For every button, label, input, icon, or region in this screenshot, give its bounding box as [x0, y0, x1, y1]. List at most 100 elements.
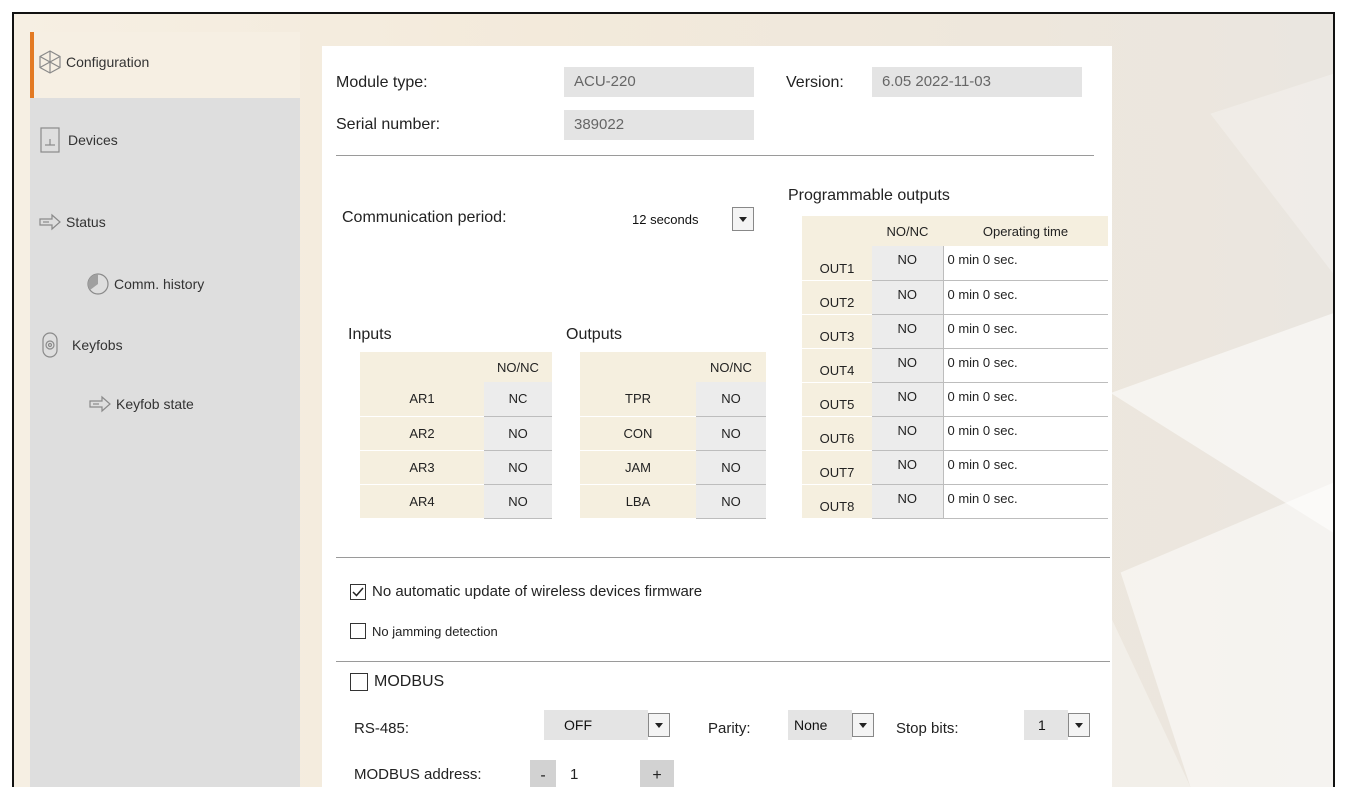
stop-bits-select[interactable]: 1 [1024, 710, 1090, 740]
sidebar-item-keyfob-state[interactable]: Keyfob state [88, 394, 194, 414]
no-jamming-label: No jamming detection [372, 623, 498, 639]
table-row: CON NO [580, 416, 766, 451]
version-label: Version: [786, 74, 844, 91]
output-name: OUT5 [802, 382, 872, 417]
chevron-down-icon[interactable] [732, 207, 754, 231]
header-cell: NO/NC [484, 352, 552, 382]
chevron-down-icon[interactable] [648, 713, 670, 737]
status-icon [38, 212, 62, 232]
rs485-label: RS-485: [354, 720, 410, 737]
output-time[interactable]: 0 min 0 sec. [942, 246, 1108, 281]
no-auto-update-checkbox[interactable]: No automatic update of wireless devices … [350, 583, 702, 600]
checkbox-box[interactable] [350, 673, 368, 691]
table-row: LBA NO [580, 484, 766, 519]
output-name: OUT1 [802, 246, 872, 281]
checkbox-box[interactable] [350, 623, 366, 639]
output-time[interactable]: 0 min 0 sec. [942, 416, 1108, 451]
header-cell: NO/NC [872, 216, 943, 246]
modbus-label: MODBUS [374, 673, 445, 690]
header-cell: NO/NC [696, 352, 766, 382]
table-row: OUT5 NO 0 min 0 sec. [802, 382, 1108, 417]
modbus-checkbox[interactable]: MODBUS [350, 673, 444, 691]
table-row: OUT3 NO 0 min 0 sec. [802, 314, 1108, 349]
sidebar-item-label: Keyfob state [116, 396, 194, 412]
input-nonc[interactable]: NC [484, 382, 552, 417]
sidebar-item-status[interactable]: Status [38, 212, 106, 232]
output-time[interactable]: 0 min 0 sec. [942, 382, 1108, 417]
chevron-down-icon[interactable] [1068, 713, 1090, 737]
stop-bits-value: 1 [1024, 710, 1068, 740]
input-nonc[interactable]: NO [484, 450, 552, 485]
inputs-title: Inputs [348, 326, 392, 343]
output-time[interactable]: 0 min 0 sec. [942, 484, 1108, 519]
comm-period-select[interactable]: 12 seconds [628, 207, 754, 231]
output-nonc[interactable]: NO [696, 450, 766, 485]
serial-number-field: 389022 [564, 110, 754, 140]
output-name: OUT2 [802, 280, 872, 315]
input-nonc[interactable]: NO [484, 484, 552, 519]
output-nonc[interactable]: NO [872, 280, 943, 315]
output-name: TPR [580, 382, 696, 417]
modbus-address-value[interactable]: 1 [570, 766, 578, 783]
output-name: LBA [580, 484, 696, 519]
input-nonc[interactable]: NO [484, 416, 552, 451]
comm-period-label: Communication period: [342, 209, 507, 226]
no-jamming-checkbox[interactable]: No jamming detection [350, 623, 498, 639]
configuration-panel: Module type: ACU-220 Version: 6.05 2022-… [322, 46, 1112, 787]
chevron-down-icon[interactable] [852, 713, 874, 737]
table-row: AR1 NC [360, 382, 552, 417]
output-nonc[interactable]: NO [872, 382, 943, 417]
output-nonc[interactable]: NO [696, 416, 766, 451]
table-row: OUT6 NO 0 min 0 sec. [802, 416, 1108, 451]
active-indicator [30, 32, 34, 98]
rs485-value: OFF [544, 710, 648, 740]
output-nonc[interactable]: NO [872, 450, 943, 485]
output-time[interactable]: 0 min 0 sec. [942, 314, 1108, 349]
sidebar-item-comm-history[interactable]: Comm. history [86, 272, 204, 296]
divider [336, 661, 1110, 662]
output-nonc[interactable]: NO [872, 416, 943, 451]
comm-history-icon [86, 272, 110, 296]
output-nonc[interactable]: NO [872, 246, 943, 281]
table-row: OUT7 NO 0 min 0 sec. [802, 450, 1108, 485]
table-row: OUT8 NO 0 min 0 sec. [802, 484, 1108, 519]
header-cell: Operating time [943, 216, 1108, 246]
sidebar-item-configuration[interactable]: Configuration [38, 50, 149, 74]
parity-value: None [788, 710, 852, 740]
divider [336, 155, 1094, 156]
output-nonc[interactable]: NO [696, 382, 766, 417]
no-auto-update-label: No automatic update of wireless devices … [372, 583, 703, 600]
keyfob-state-icon [88, 394, 112, 414]
rs485-select[interactable]: OFF [544, 710, 670, 740]
module-type-field: ACU-220 [564, 67, 754, 97]
output-name: OUT8 [802, 484, 872, 519]
output-time[interactable]: 0 min 0 sec. [942, 450, 1108, 485]
header-cell [802, 216, 872, 246]
prog-outputs-title: Programmable outputs [788, 187, 950, 204]
modbus-address-label: MODBUS address: [354, 766, 482, 783]
outputs-title: Outputs [566, 326, 623, 343]
table-row: TPR NO [580, 382, 766, 417]
header-cell [360, 352, 484, 382]
serial-number-label: Serial number: [336, 116, 441, 133]
table-row: AR3 NO [360, 450, 552, 485]
header-cell [580, 352, 696, 382]
address-increment-button[interactable]: + [640, 760, 674, 787]
output-nonc[interactable]: NO [696, 484, 766, 519]
parity-select[interactable]: None [788, 710, 874, 740]
sidebar-item-devices[interactable]: Devices [40, 127, 118, 153]
address-decrement-button[interactable]: - [530, 760, 556, 787]
comm-period-value: 12 seconds [632, 211, 699, 227]
checkbox-box[interactable] [350, 583, 366, 600]
prog-outputs-table: NO/NC Operating time OUT1 NO 0 min 0 sec. … [802, 216, 1108, 519]
module-type-label: Module type: [336, 74, 428, 91]
output-nonc[interactable]: NO [872, 314, 943, 349]
output-time[interactable]: 0 min 0 sec. [942, 280, 1108, 315]
sidebar-item-label: Status [66, 214, 106, 230]
output-name: OUT4 [802, 348, 872, 383]
sidebar-item-keyfobs[interactable]: Keyfobs [40, 332, 123, 358]
output-nonc[interactable]: NO [872, 348, 943, 383]
output-time[interactable]: 0 min 0 sec. [942, 348, 1108, 383]
input-name: AR1 [360, 382, 484, 417]
output-nonc[interactable]: NO [872, 484, 943, 519]
